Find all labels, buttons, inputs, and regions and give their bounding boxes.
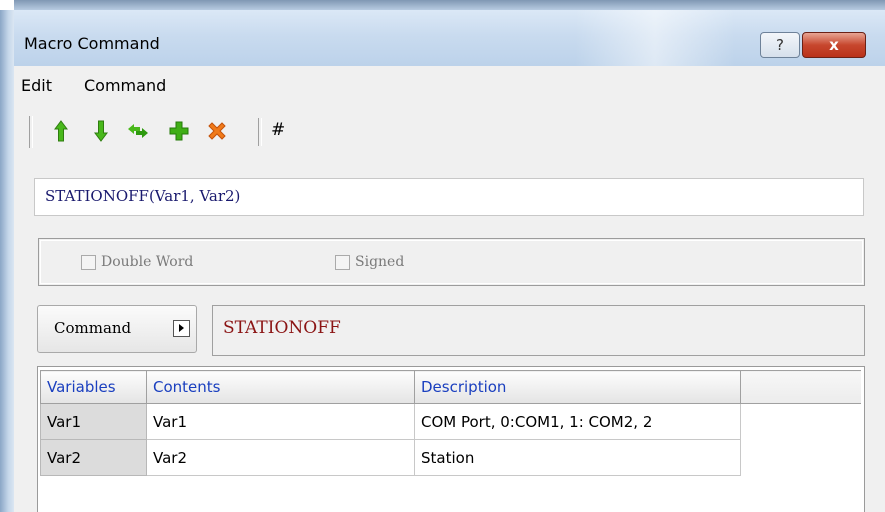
- command-name-field[interactable]: STATIONOFF: [212, 305, 865, 356]
- window-frame-top: [14, 0, 885, 10]
- hash-button[interactable]: #: [271, 120, 285, 140]
- move-up-icon[interactable]: [48, 118, 74, 144]
- row-contents[interactable]: Var1: [146, 403, 415, 440]
- column-header-filler: [740, 370, 861, 404]
- table-row[interactable]: Var1 Var1 COM Port, 0:COM1, 1: COM2, 2: [40, 403, 861, 440]
- row-description[interactable]: COM Port, 0:COM1, 1: COM2, 2: [414, 403, 741, 440]
- window-frame-left: [0, 10, 14, 512]
- title-bar[interactable]: Macro Command ? x: [14, 10, 885, 66]
- column-header-contents[interactable]: Contents: [146, 370, 415, 404]
- column-header-variables[interactable]: Variables: [40, 370, 147, 404]
- move-down-icon[interactable]: [88, 118, 114, 144]
- menu-command[interactable]: Command: [84, 76, 166, 95]
- add-icon[interactable]: [166, 118, 192, 144]
- options-group: Double Word Signed: [38, 238, 865, 286]
- signed-checkbox[interactable]: [335, 255, 350, 270]
- table-row[interactable]: Var2 Var2 Station: [40, 439, 861, 476]
- menu-edit[interactable]: Edit: [21, 76, 52, 95]
- double-word-label: Double Word: [101, 254, 194, 270]
- swap-icon[interactable]: [125, 118, 151, 144]
- window-title: Macro Command: [24, 34, 160, 53]
- row-description[interactable]: Station: [414, 439, 741, 476]
- toolbar: #: [14, 108, 885, 156]
- row-contents[interactable]: Var2: [146, 439, 415, 476]
- double-word-checkbox[interactable]: [81, 255, 96, 270]
- chevron-right-icon[interactable]: [173, 320, 190, 337]
- toolbar-separator: [258, 118, 262, 146]
- column-header-description[interactable]: Description: [414, 370, 741, 404]
- close-button[interactable]: x: [802, 32, 866, 58]
- help-button[interactable]: ?: [760, 32, 800, 58]
- delete-icon[interactable]: [204, 118, 230, 144]
- syntax-display[interactable]: STATIONOFF(Var1, Var2): [34, 178, 864, 216]
- toolbar-grip[interactable]: [29, 116, 33, 148]
- menu-bar: Edit Command: [14, 66, 885, 102]
- dialog-body: Edit Command # STATIONOFF(Var1, Var2) Do…: [14, 66, 885, 512]
- variables-table: Variables Contents Description Var1 Var1…: [37, 366, 865, 512]
- row-variable[interactable]: Var2: [40, 439, 147, 476]
- signed-label: Signed: [355, 254, 405, 270]
- command-button[interactable]: Command: [37, 305, 197, 353]
- command-button-label: Command: [54, 319, 132, 337]
- row-variable[interactable]: Var1: [40, 403, 147, 440]
